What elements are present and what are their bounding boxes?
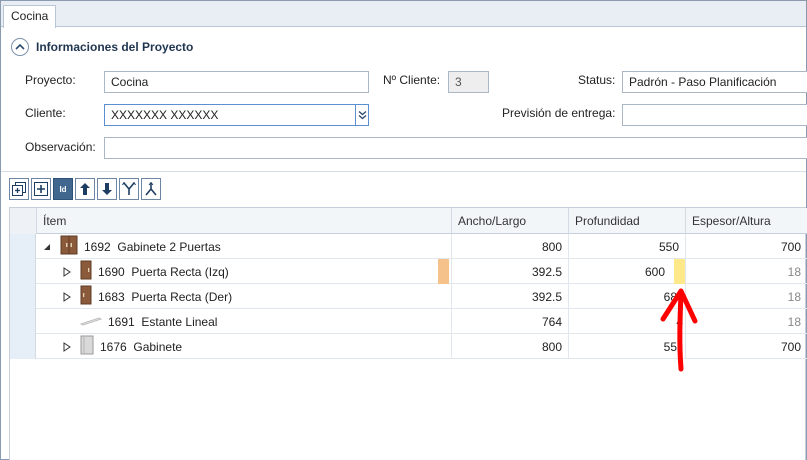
plus-box-icon	[34, 182, 48, 196]
cell-espesor[interactable]: 700	[685, 234, 807, 259]
ncliente-label: Nº Cliente:	[383, 73, 441, 87]
section-divider	[1, 171, 806, 172]
expand-triangle-icon[interactable]	[62, 291, 72, 302]
row-selector[interactable]	[10, 259, 36, 284]
cell-profundidad[interactable]: 550	[568, 234, 685, 259]
item-cell: 1690 Puerta Recta (Izq)	[62, 259, 229, 284]
item-id: 1692	[84, 239, 111, 254]
item-cell: 1683 Puerta Recta (Der)	[62, 284, 232, 309]
item-id: 1690	[98, 264, 125, 279]
cell-ancho[interactable]: 392.5	[451, 284, 568, 309]
row-selector[interactable]	[10, 234, 36, 259]
cell-profundidad[interactable]: 600	[568, 259, 685, 284]
merge-button[interactable]	[119, 178, 139, 200]
cell-ancho[interactable]: 764	[451, 309, 568, 334]
cell-ancho[interactable]: 392.5	[451, 259, 568, 284]
tab-strip: Cocina	[1, 1, 806, 28]
section-title: Informaciones del Proyecto	[36, 40, 194, 54]
split-button[interactable]	[141, 178, 161, 200]
prevision-input[interactable]	[622, 104, 807, 126]
header-ancho[interactable]: Ancho/Largo	[451, 208, 568, 234]
expand-all-button[interactable]	[9, 178, 29, 200]
collapse-button[interactable]	[11, 38, 29, 56]
warning-marker	[674, 259, 685, 284]
cliente-input[interactable]: XXXXXXX XXXXXX	[104, 104, 356, 126]
proyecto-input[interactable]: Cocina	[104, 71, 369, 93]
grid-toolbar: Id	[9, 178, 161, 202]
annotation-arrow-icon	[660, 288, 698, 372]
item-name: Estante Lineal	[141, 314, 218, 329]
double-chevron-down-icon	[358, 110, 366, 120]
add-button[interactable]	[31, 178, 51, 200]
section-header: Informaciones del Proyecto	[11, 37, 193, 57]
arrow-down-icon	[102, 183, 112, 195]
row-selector[interactable]	[10, 309, 36, 334]
shelf-icon	[79, 315, 103, 329]
item-id: 1691	[108, 314, 135, 329]
merge-icon	[122, 182, 136, 195]
tab-cocina[interactable]: Cocina	[3, 5, 57, 28]
status-select[interactable]: Padrón - Paso Planificación	[622, 71, 807, 93]
expand-triangle-icon[interactable]	[62, 266, 72, 277]
item-name: Gabinete 2 Puertas	[117, 239, 221, 254]
cliente-label: Cliente:	[25, 106, 66, 120]
observacion-input[interactable]	[104, 137, 807, 159]
cell-espesor[interactable]: 700	[685, 334, 807, 359]
status-label: Status:	[578, 73, 616, 87]
id-icon: Id	[59, 184, 67, 194]
door-icon	[80, 260, 92, 283]
row-selector[interactable]	[10, 284, 36, 309]
item-id: 1683	[98, 289, 125, 304]
cell-espesor[interactable]: 18	[685, 309, 807, 334]
arrow-up-icon	[80, 183, 90, 195]
observacion-label: Observación:	[25, 140, 96, 154]
expand-triangle-icon[interactable]	[62, 341, 72, 352]
cabinet-icon	[60, 235, 78, 258]
split-icon	[145, 182, 157, 196]
item-name: Puerta Recta (Der)	[131, 289, 233, 304]
cabinet-icon	[80, 335, 94, 358]
header-espesor[interactable]: Espesor/Altura	[685, 208, 807, 234]
grid-header: Ítem Ancho/Largo Profundidad Espesor/Alt…	[10, 208, 807, 234]
chevron-up-icon	[15, 43, 25, 50]
table-row[interactable]: 1692 Gabinete 2 Puertas 800 550 700	[10, 234, 807, 259]
header-item[interactable]: Ítem	[36, 208, 451, 234]
item-cell: 1691 Estante Lineal	[79, 309, 218, 334]
proyecto-label: Proyecto:	[25, 73, 76, 87]
header-selector[interactable]	[10, 208, 36, 234]
door-icon	[80, 285, 92, 308]
main-window: Cocina Informaciones del Proyecto Proyec…	[0, 0, 807, 460]
header-profundidad[interactable]: Profundidad	[568, 208, 685, 234]
row-selector[interactable]	[10, 334, 36, 359]
cell-espesor[interactable]: 18	[685, 259, 807, 284]
move-down-button[interactable]	[97, 178, 117, 200]
id-toggle-button[interactable]: Id	[53, 178, 73, 200]
item-name: Puerta Recta (Izq)	[131, 264, 229, 279]
ncliente-field: 3	[448, 71, 489, 93]
prevision-label: Previsión de entrega:	[502, 106, 616, 120]
warning-marker	[438, 259, 449, 284]
item-cell: 1692 Gabinete 2 Puertas	[42, 234, 221, 259]
table-row[interactable]: 1690 Puerta Recta (Izq) 392.5 600 18	[10, 259, 807, 284]
move-up-button[interactable]	[75, 178, 95, 200]
item-cell: 1676 Gabinete	[62, 334, 182, 359]
item-id: 1676	[100, 339, 127, 354]
collapse-triangle-icon[interactable]	[42, 242, 52, 252]
cell-ancho[interactable]: 800	[451, 234, 568, 259]
expand-all-icon	[12, 182, 26, 196]
item-name: Gabinete	[133, 339, 183, 354]
cell-espesor[interactable]: 18	[685, 284, 807, 309]
cell-ancho[interactable]: 800	[451, 334, 568, 359]
cliente-dropdown-button[interactable]	[355, 104, 369, 126]
